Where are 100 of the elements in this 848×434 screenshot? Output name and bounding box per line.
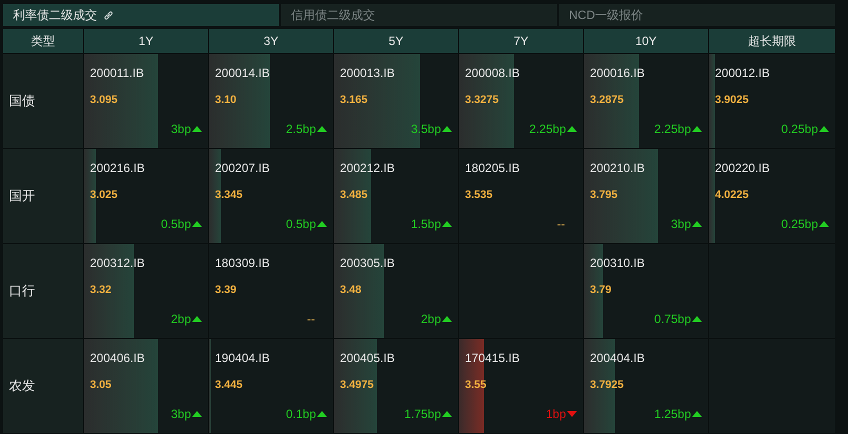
yield-value: 3.05 (90, 378, 112, 392)
column-header: 10Y (584, 29, 708, 53)
bond-code: 170415.IB (465, 351, 520, 365)
bond-code: 200008.IB (465, 66, 520, 80)
yield-value: 3.79 (590, 283, 612, 297)
bond-code: 200406.IB (90, 351, 145, 365)
row-type-cell: 口行 (3, 244, 83, 338)
change-value: 0.25bp (781, 122, 829, 136)
quote-cell[interactable]: 190404.IB 3.445 0.1bp (209, 339, 333, 433)
yield-value: 3.3275 (465, 93, 499, 107)
quote-cell[interactable]: 200305.IB 3.48 2bp (334, 244, 458, 338)
change-value: -- (557, 217, 566, 231)
bond-code: 200013.IB (340, 66, 395, 80)
change-value: 3bp (170, 407, 202, 421)
quote-cell[interactable]: 200216.IB 3.025 0.5bp (84, 149, 208, 243)
yield-value: 3.485 (340, 188, 368, 202)
quote-cell[interactable]: 200312.IB 3.32 2bp (84, 244, 208, 338)
quote-cell[interactable]: 200008.IB 3.3275 2.25bp (459, 54, 583, 148)
triangle-up-icon (567, 124, 577, 134)
quote-cell[interactable]: 170415.IB 3.55 1bp (459, 339, 583, 433)
yield-value: 3.32 (90, 283, 112, 297)
yield-value: 3.55 (465, 378, 486, 392)
triangle-up-icon (692, 124, 702, 134)
change-value: 1.5bp (410, 217, 452, 231)
triangle-up-icon (192, 219, 202, 229)
bond-code: 200011.IB (90, 66, 144, 80)
yield-value: 3.4975 (340, 378, 374, 392)
triangle-up-icon (442, 314, 452, 324)
change-value: 2bp (420, 312, 452, 326)
column-header: 1Y (84, 29, 208, 53)
bond-code: 200305.IB (340, 256, 395, 270)
yield-value: 3.48 (340, 283, 362, 297)
change-value: 0.25bp (781, 217, 829, 231)
change-value: 0.5bp (160, 217, 202, 231)
yield-value: 3.39 (215, 283, 236, 297)
change-value: 2.25bp (654, 122, 702, 136)
change-value: 1.25bp (654, 407, 702, 421)
change-value: 1.75bp (404, 407, 452, 421)
quote-cell[interactable]: 200011.IB 3.095 3bp (84, 54, 208, 148)
quote-cell[interactable]: 200404.IB 3.7925 1.25bp (584, 339, 708, 433)
bond-code: 200220.IB (715, 161, 770, 175)
bond-code: 200312.IB (90, 256, 145, 270)
change-value: 3bp (670, 217, 702, 231)
quote-cell[interactable]: 200405.IB 3.4975 1.75bp (334, 339, 458, 433)
quote-cell[interactable]: 200210.IB 3.795 3bp (584, 149, 708, 243)
triangle-up-icon (317, 219, 327, 229)
change-value: 2bp (170, 312, 202, 326)
bond-code: 200404.IB (590, 351, 645, 365)
triangle-up-icon (442, 124, 452, 134)
yield-value: 3.2875 (590, 93, 624, 107)
change-value: 0.75bp (654, 312, 702, 326)
triangle-up-icon (692, 314, 702, 324)
row-type-cell: 农发 (3, 339, 83, 433)
bond-code: 190404.IB (215, 351, 270, 365)
change-value: -- (307, 312, 316, 326)
column-header: 超长期限 (709, 29, 835, 53)
bond-code: 180309.IB (215, 256, 270, 270)
triangle-up-icon (192, 314, 202, 324)
yield-value: 3.095 (90, 93, 118, 107)
bond-code: 200016.IB (590, 66, 645, 80)
yield-value: 3.345 (215, 188, 243, 202)
bond-code: 200014.IB (215, 66, 270, 80)
tab[interactable]: 利率债二级成交 (3, 4, 279, 26)
row-type-cell: 国开 (3, 149, 83, 243)
change-value: 2.5bp (286, 122, 327, 136)
row-type-cell: 国债 (3, 54, 83, 148)
yield-value: 3.10 (215, 93, 236, 107)
change-value: 2.25bp (529, 122, 577, 136)
tab[interactable]: 信用债二级成交 (281, 4, 557, 26)
quote-cell[interactable]: 200207.IB 3.345 0.5bp (209, 149, 333, 243)
triangle-up-icon (819, 219, 829, 229)
quote-cell[interactable]: 180309.IB 3.39 -- (209, 244, 333, 338)
triangle-up-icon (317, 124, 327, 134)
triangle-up-icon (192, 409, 202, 419)
quote-cell[interactable]: 200013.IB 3.165 3.5bp (334, 54, 458, 148)
column-header: 类型 (3, 29, 83, 53)
quote-cell[interactable]: 200212.IB 3.485 1.5bp (334, 149, 458, 243)
yield-value: 3.025 (90, 188, 118, 202)
yield-value: 3.9025 (715, 93, 749, 107)
quote-cell[interactable]: 200016.IB 3.2875 2.25bp (584, 54, 708, 148)
quote-cell[interactable]: 180205.IB 3.535 -- (459, 149, 583, 243)
triangle-up-icon (692, 219, 702, 229)
yield-value: 3.535 (465, 188, 493, 202)
quote-cell[interactable]: 200012.IB 3.9025 0.25bp (709, 54, 835, 148)
bond-code: 200310.IB (590, 256, 645, 270)
quote-cell[interactable]: 200406.IB 3.05 3bp (84, 339, 208, 433)
bond-code: 200405.IB (340, 351, 395, 365)
column-header: 7Y (459, 29, 583, 53)
triangle-up-icon (692, 409, 702, 419)
triangle-up-icon (192, 124, 202, 134)
yield-value: 3.445 (215, 378, 243, 392)
quote-cell[interactable]: 200014.IB 3.10 2.5bp (209, 54, 333, 148)
triangle-up-icon (819, 124, 829, 134)
change-value: 3bp (170, 122, 202, 136)
yield-value: 3.795 (590, 188, 618, 202)
quote-cell[interactable]: 200220.IB 4.0225 0.25bp (709, 149, 835, 243)
quote-cell[interactable]: 200310.IB 3.79 0.75bp (584, 244, 708, 338)
change-value: 1bp (546, 407, 577, 421)
tab[interactable]: NCD一级报价 (559, 4, 835, 26)
bond-code: 200012.IB (715, 66, 770, 80)
